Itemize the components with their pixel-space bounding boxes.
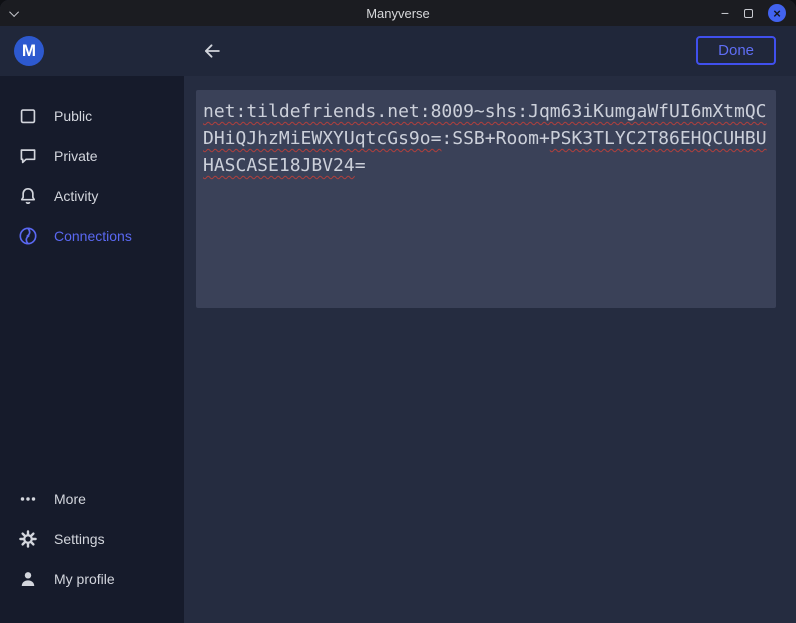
sidebar-item-label: Connections [54, 228, 132, 244]
activity-icon [17, 185, 39, 207]
sidebar-item-activity[interactable]: Activity [0, 176, 184, 216]
sidebar-item-public[interactable]: Public [0, 96, 184, 136]
restore-button[interactable] [744, 9, 753, 18]
invite-input-text: net:tildefriends.net:8009~shs:Jqm63iKumg… [203, 98, 769, 179]
more-icon [17, 488, 39, 510]
private-icon [17, 145, 39, 167]
sidebar-item-label: More [54, 491, 86, 507]
sidebar-item-label: Private [54, 148, 98, 164]
sidebar-item-private[interactable]: Private [0, 136, 184, 176]
sidebar-item-settings[interactable]: Settings [0, 519, 184, 559]
sidebar-item-label: Public [54, 108, 92, 124]
done-button[interactable]: Done [696, 36, 776, 65]
main-content: net:tildefriends.net:8009~shs:Jqm63iKumg… [184, 76, 796, 623]
sidebar-item-label: My profile [54, 571, 115, 587]
app-header: M Done [0, 26, 796, 76]
sidebar-item-connections[interactable]: Connections [0, 216, 184, 256]
invite-code-input[interactable]: net:tildefriends.net:8009~shs:Jqm63iKumg… [196, 90, 776, 308]
back-button[interactable] [200, 39, 224, 63]
my-profile-icon [17, 568, 39, 590]
back-arrow-icon [201, 40, 223, 62]
sidebar: Public Private Activity [0, 76, 184, 623]
sidebar-item-label: Activity [54, 188, 98, 204]
window-controls: − × [721, 4, 786, 22]
minimize-button[interactable]: − [721, 6, 729, 20]
window-menu-button[interactable] [12, 10, 19, 17]
titlebar: Manyverse − × [0, 0, 796, 26]
public-icon [17, 105, 39, 127]
connections-icon [17, 225, 39, 247]
text-segment: = [355, 155, 366, 176]
window-title: Manyverse [0, 6, 796, 21]
sidebar-item-label: Settings [54, 531, 105, 547]
text-segment: :SSB+Room+ [441, 128, 549, 149]
sidebar-spacer [0, 256, 184, 479]
manyverse-logo: M [14, 36, 44, 66]
settings-icon [17, 528, 39, 550]
sidebar-item-my-profile[interactable]: My profile [0, 559, 184, 599]
sidebar-item-more[interactable]: More [0, 479, 184, 519]
sidebar-footer: More [0, 479, 184, 623]
content-row: Public Private Activity [0, 76, 796, 623]
manyverse-window: Manyverse − × M Done Public [0, 0, 796, 623]
close-button[interactable]: × [768, 4, 786, 22]
